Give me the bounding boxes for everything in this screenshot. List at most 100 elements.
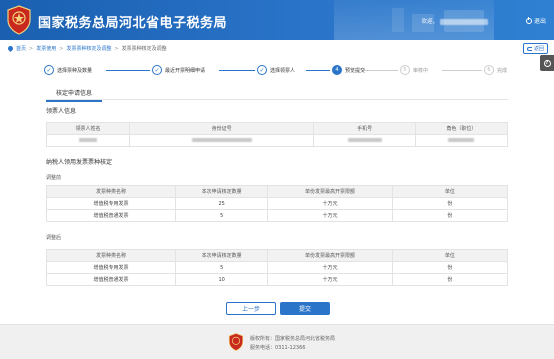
- quantity-cell: 10: [175, 273, 269, 286]
- invoice-type-cell: 增值税普通发票: [45, 209, 177, 222]
- step-number: 4: [332, 65, 342, 75]
- step-label: 最近开票明细申请: [165, 67, 206, 74]
- step-connector: [442, 70, 482, 71]
- column-header: 领票人姓名: [46, 122, 130, 135]
- table-row: 增值税专用发票 25 十万元 份: [45, 197, 509, 210]
- breadcrumb-separator: >: [29, 45, 34, 52]
- ticket-taker-title: 领票人信息: [46, 108, 77, 115]
- table-row: [46, 134, 509, 147]
- breadcrumb-separator: >: [114, 45, 119, 52]
- redacted-role-cell: [414, 134, 509, 147]
- breadcrumb-home[interactable]: 首页: [16, 45, 26, 52]
- column-header: 本次申请核定数量: [175, 185, 269, 198]
- step-label: 预览提交: [345, 67, 366, 74]
- redacted-phone-cell: [313, 134, 416, 147]
- breadcrumb: 首页 > 发票使用 > 发票票种核定及调整 > 发票票种核定及调整: [6, 44, 167, 53]
- step-5: 5 审核中: [400, 65, 428, 75]
- table-row: 增值税普通发票 5 十万元 份: [45, 209, 509, 222]
- limit-cell: 十万元: [267, 197, 393, 210]
- location-pin-icon: [6, 44, 15, 53]
- step-4: 4 预览提交: [332, 65, 365, 75]
- table-header-row: 发票种类名称 本次申请核定数量 单份发票最高开票限额 单位: [45, 185, 509, 198]
- limit-cell: 十万元: [267, 261, 393, 274]
- table-row: 增值税专用发票 5 十万元 份: [45, 261, 509, 274]
- footer-text: 版权所有：国家税务总局河北省税务局 服务电话：0311-12366: [250, 335, 335, 353]
- step-label: 审核中: [413, 67, 429, 74]
- help-icon: ?: [543, 59, 551, 67]
- quantity-cell: 5: [175, 209, 269, 222]
- column-header: 身份证号: [128, 122, 315, 135]
- tab-divider: [46, 99, 508, 100]
- after-adjust-label: 调整后: [46, 235, 62, 241]
- unit-cell: 份: [391, 273, 509, 286]
- power-icon: [525, 16, 532, 24]
- step-connector: [306, 70, 330, 71]
- ticket-taker-table: 领票人姓名 身份证号 手机号 角色（职位）: [46, 122, 509, 147]
- invoice-type-cell: 增值税专用发票: [45, 261, 177, 274]
- site-footer: 版权所有：国家税务总局河北省税务局 服务电话：0311-12366: [0, 324, 554, 359]
- logout-button[interactable]: 退出: [525, 16, 546, 25]
- step-connector: [106, 70, 150, 71]
- skyline-building: [392, 8, 404, 32]
- back-label: 返回: [533, 46, 544, 52]
- help-float-button[interactable]: ?: [540, 55, 554, 71]
- unit-cell: 份: [391, 197, 509, 210]
- step-number: 5: [400, 65, 410, 75]
- tax-emblem-icon: [7, 5, 31, 35]
- unit-cell: 份: [391, 209, 509, 222]
- welcome-label: 欢迎，: [421, 19, 438, 25]
- submit-button[interactable]: 提交: [280, 302, 330, 315]
- unit-cell: 份: [391, 261, 509, 274]
- after-adjust-table: 发票种类名称 本次申请核定数量 单份发票最高开票限额 单位 增值税专用发票 5 …: [45, 249, 509, 286]
- site-title: 国家税务总局河北省电子税务局: [38, 16, 228, 31]
- step-number: 6: [484, 65, 494, 75]
- logout-label: 退出: [533, 18, 546, 25]
- welcome-text: 欢迎，: [421, 17, 488, 25]
- breadcrumb-invoice-adjust[interactable]: 发票票种核定及调整: [66, 45, 111, 52]
- limit-cell: 十万元: [267, 209, 393, 222]
- check-icon: [152, 65, 162, 75]
- invoice-type-cell: 增值税普通发票: [45, 273, 177, 286]
- step-connector: [219, 70, 255, 71]
- previous-step-button[interactable]: 上一步: [226, 302, 276, 315]
- redacted-name-cell: [46, 134, 130, 147]
- table-header-row: 领票人姓名 身份证号 手机号 角色（职位）: [46, 122, 509, 135]
- return-arrow-icon: [526, 46, 532, 51]
- check-icon: [257, 65, 267, 75]
- quantity-cell: 5: [175, 261, 269, 274]
- progress-steps: 选择票种及数量 最近开票明细申请 选择领票人 4 预览提交 5 审核中 6 完成: [44, 65, 514, 79]
- back-button[interactable]: 返回: [522, 43, 548, 54]
- column-header: 手机号: [313, 122, 416, 135]
- table-header-row: 发票种类名称 本次申请核定数量 单份发票最高开票限额 单位: [45, 249, 509, 262]
- limit-cell: 十万元: [267, 273, 393, 286]
- redacted-id-cell: [128, 134, 315, 147]
- column-header: 发票种类名称: [45, 249, 177, 262]
- column-header: 单位: [391, 249, 509, 262]
- column-header: 单位: [391, 185, 509, 198]
- breadcrumb-invoice-use[interactable]: 发票使用: [36, 45, 56, 52]
- column-header: 本次申请核定数量: [175, 249, 269, 262]
- step-1: 选择票种及数量: [44, 65, 92, 75]
- step-label: 选择领票人: [270, 67, 296, 74]
- breadcrumb-current: 发票票种核定及调整: [121, 46, 167, 52]
- tax-emblem-icon: [228, 332, 244, 352]
- step-label: 完成: [497, 67, 508, 74]
- invoice-type-cell: 增值税专用发票: [45, 197, 177, 210]
- quantity-cell: 25: [175, 197, 269, 210]
- column-header: 角色（职位）: [414, 122, 509, 135]
- column-header: 发票种类名称: [45, 185, 177, 198]
- redacted-user-name: [440, 18, 488, 25]
- step-2: 最近开票明细申请: [152, 65, 205, 75]
- step-connector: [362, 70, 398, 71]
- footer-copyright: 版权所有：国家税务总局河北省税务局: [250, 336, 336, 342]
- before-adjust-label: 调整前: [46, 175, 62, 181]
- invoice-section-title: 纳税人领用发票票种核定: [46, 159, 113, 166]
- step-label: 选择票种及数量: [57, 67, 93, 74]
- breadcrumb-separator: >: [59, 45, 64, 52]
- step-3: 选择领票人: [257, 65, 295, 75]
- step-6: 6 完成: [484, 65, 507, 75]
- check-icon: [44, 65, 54, 75]
- site-header: 国家税务总局河北省电子税务局 欢迎， 退出: [0, 0, 554, 40]
- table-row: 增值税普通发票 10 十万元 份: [45, 273, 509, 286]
- before-adjust-table: 发票种类名称 本次申请核定数量 单份发票最高开票限额 单位 增值税专用发票 25…: [45, 185, 509, 222]
